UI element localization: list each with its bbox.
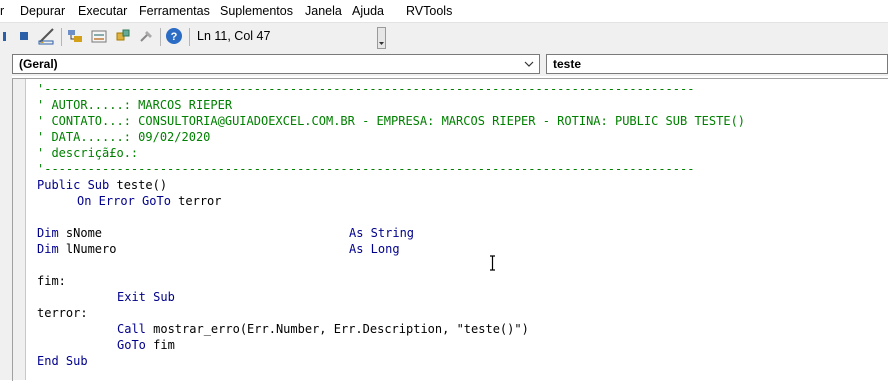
label-ref: terror [170, 194, 222, 208]
keyword: Call [117, 322, 146, 336]
object-dropdown-value: (Geral) [19, 57, 58, 71]
keyword: Public Sub [37, 178, 110, 192]
type-declaration: As String [349, 226, 415, 240]
toolbar-options-handle[interactable] [377, 27, 386, 49]
object-dropdown[interactable]: (Geral) [12, 54, 540, 74]
margin-indicator-bar[interactable] [13, 79, 26, 380]
code-line-comment: ' AUTOR.....: MARCOS RIEPER [37, 98, 233, 112]
code-line-label: fim: [37, 274, 66, 288]
keyword: On Error GoTo [77, 194, 171, 208]
design-mode-icon[interactable] [38, 27, 56, 45]
menu-executar[interactable]: Executar [78, 3, 127, 19]
call-expression: mostrar_erro(Err.Number, Err.Description… [145, 322, 529, 336]
menu-bar: r Depurar Executar Ferramentas Suplement… [0, 0, 888, 22]
window-frame-left [0, 76, 12, 380]
code-line-comment: ' descriçã£o.: [37, 146, 139, 160]
toolbox-icon[interactable] [138, 27, 156, 45]
keyword: GoTo [117, 338, 146, 352]
variable-name: lNumero [58, 242, 117, 256]
code-line-comment: '---------------------------------------… [37, 82, 695, 96]
menu-ajuda[interactable]: Ajuda [352, 3, 384, 19]
procedure-dropdown-value: teste [553, 57, 582, 71]
menu-ferramentas[interactable]: Ferramentas [139, 3, 210, 19]
keyword: Dim [37, 242, 59, 256]
code-line-comment: ' DATA......: 09/02/2020 [37, 130, 211, 144]
pause-icon[interactable] [0, 27, 12, 45]
chevron-down-icon [524, 61, 534, 67]
code-line-goto: GoTo fim [117, 337, 175, 353]
cursor-position-readout: Ln 11, Col 47 [197, 29, 271, 43]
properties-icon[interactable] [90, 27, 108, 45]
menu-depurar[interactable]: Depurar [20, 3, 65, 19]
standard-toolbar: ? Ln 11, Col 47 [0, 22, 888, 52]
menu-suplementos[interactable]: Suplementos [220, 3, 293, 19]
code-line-comment: ' CONTATO...: CONSULTORIA@GUIADOEXCEL.CO… [37, 114, 746, 128]
toolbar-separator [160, 28, 161, 46]
svg-text:?: ? [171, 31, 178, 43]
procedure-dropdown[interactable]: teste [546, 54, 888, 74]
ibeam-cursor-icon [490, 255, 495, 271]
code-line-dim: Dim sNome [37, 225, 102, 241]
help-icon[interactable]: ? [165, 27, 183, 45]
code-line-exit-sub: Exit Sub [117, 290, 175, 304]
keyword: Dim [37, 226, 59, 240]
object-browser-icon[interactable] [114, 27, 132, 45]
label-ref: fim [145, 338, 175, 352]
variable-name: sNome [58, 226, 103, 240]
menu-view-partial[interactable]: r [0, 3, 4, 19]
toolbar-separator [61, 28, 62, 46]
project-explorer-icon[interactable] [66, 27, 84, 45]
code-line-end-sub: End Sub [37, 354, 88, 368]
sub-name: teste() [109, 178, 168, 192]
code-line-sub-declaration: Public Sub teste() [37, 177, 167, 193]
code-line-dim: Dim lNumero [37, 241, 116, 257]
code-window-header: (Geral) teste [0, 51, 888, 76]
code-line-on-error: On Error GoTo terror [77, 193, 222, 209]
menu-rvtools[interactable]: RVTools [406, 3, 452, 19]
code-line-label: terror: [37, 306, 88, 320]
code-line-comment: '---------------------------------------… [37, 162, 695, 176]
type-declaration: As Long [349, 242, 400, 256]
toolbar-separator [189, 28, 190, 46]
menu-janela[interactable]: Janela [305, 3, 342, 19]
stop-icon[interactable] [15, 27, 33, 45]
code-line-call: Call mostrar_erro(Err.Number, Err.Descri… [117, 321, 529, 337]
